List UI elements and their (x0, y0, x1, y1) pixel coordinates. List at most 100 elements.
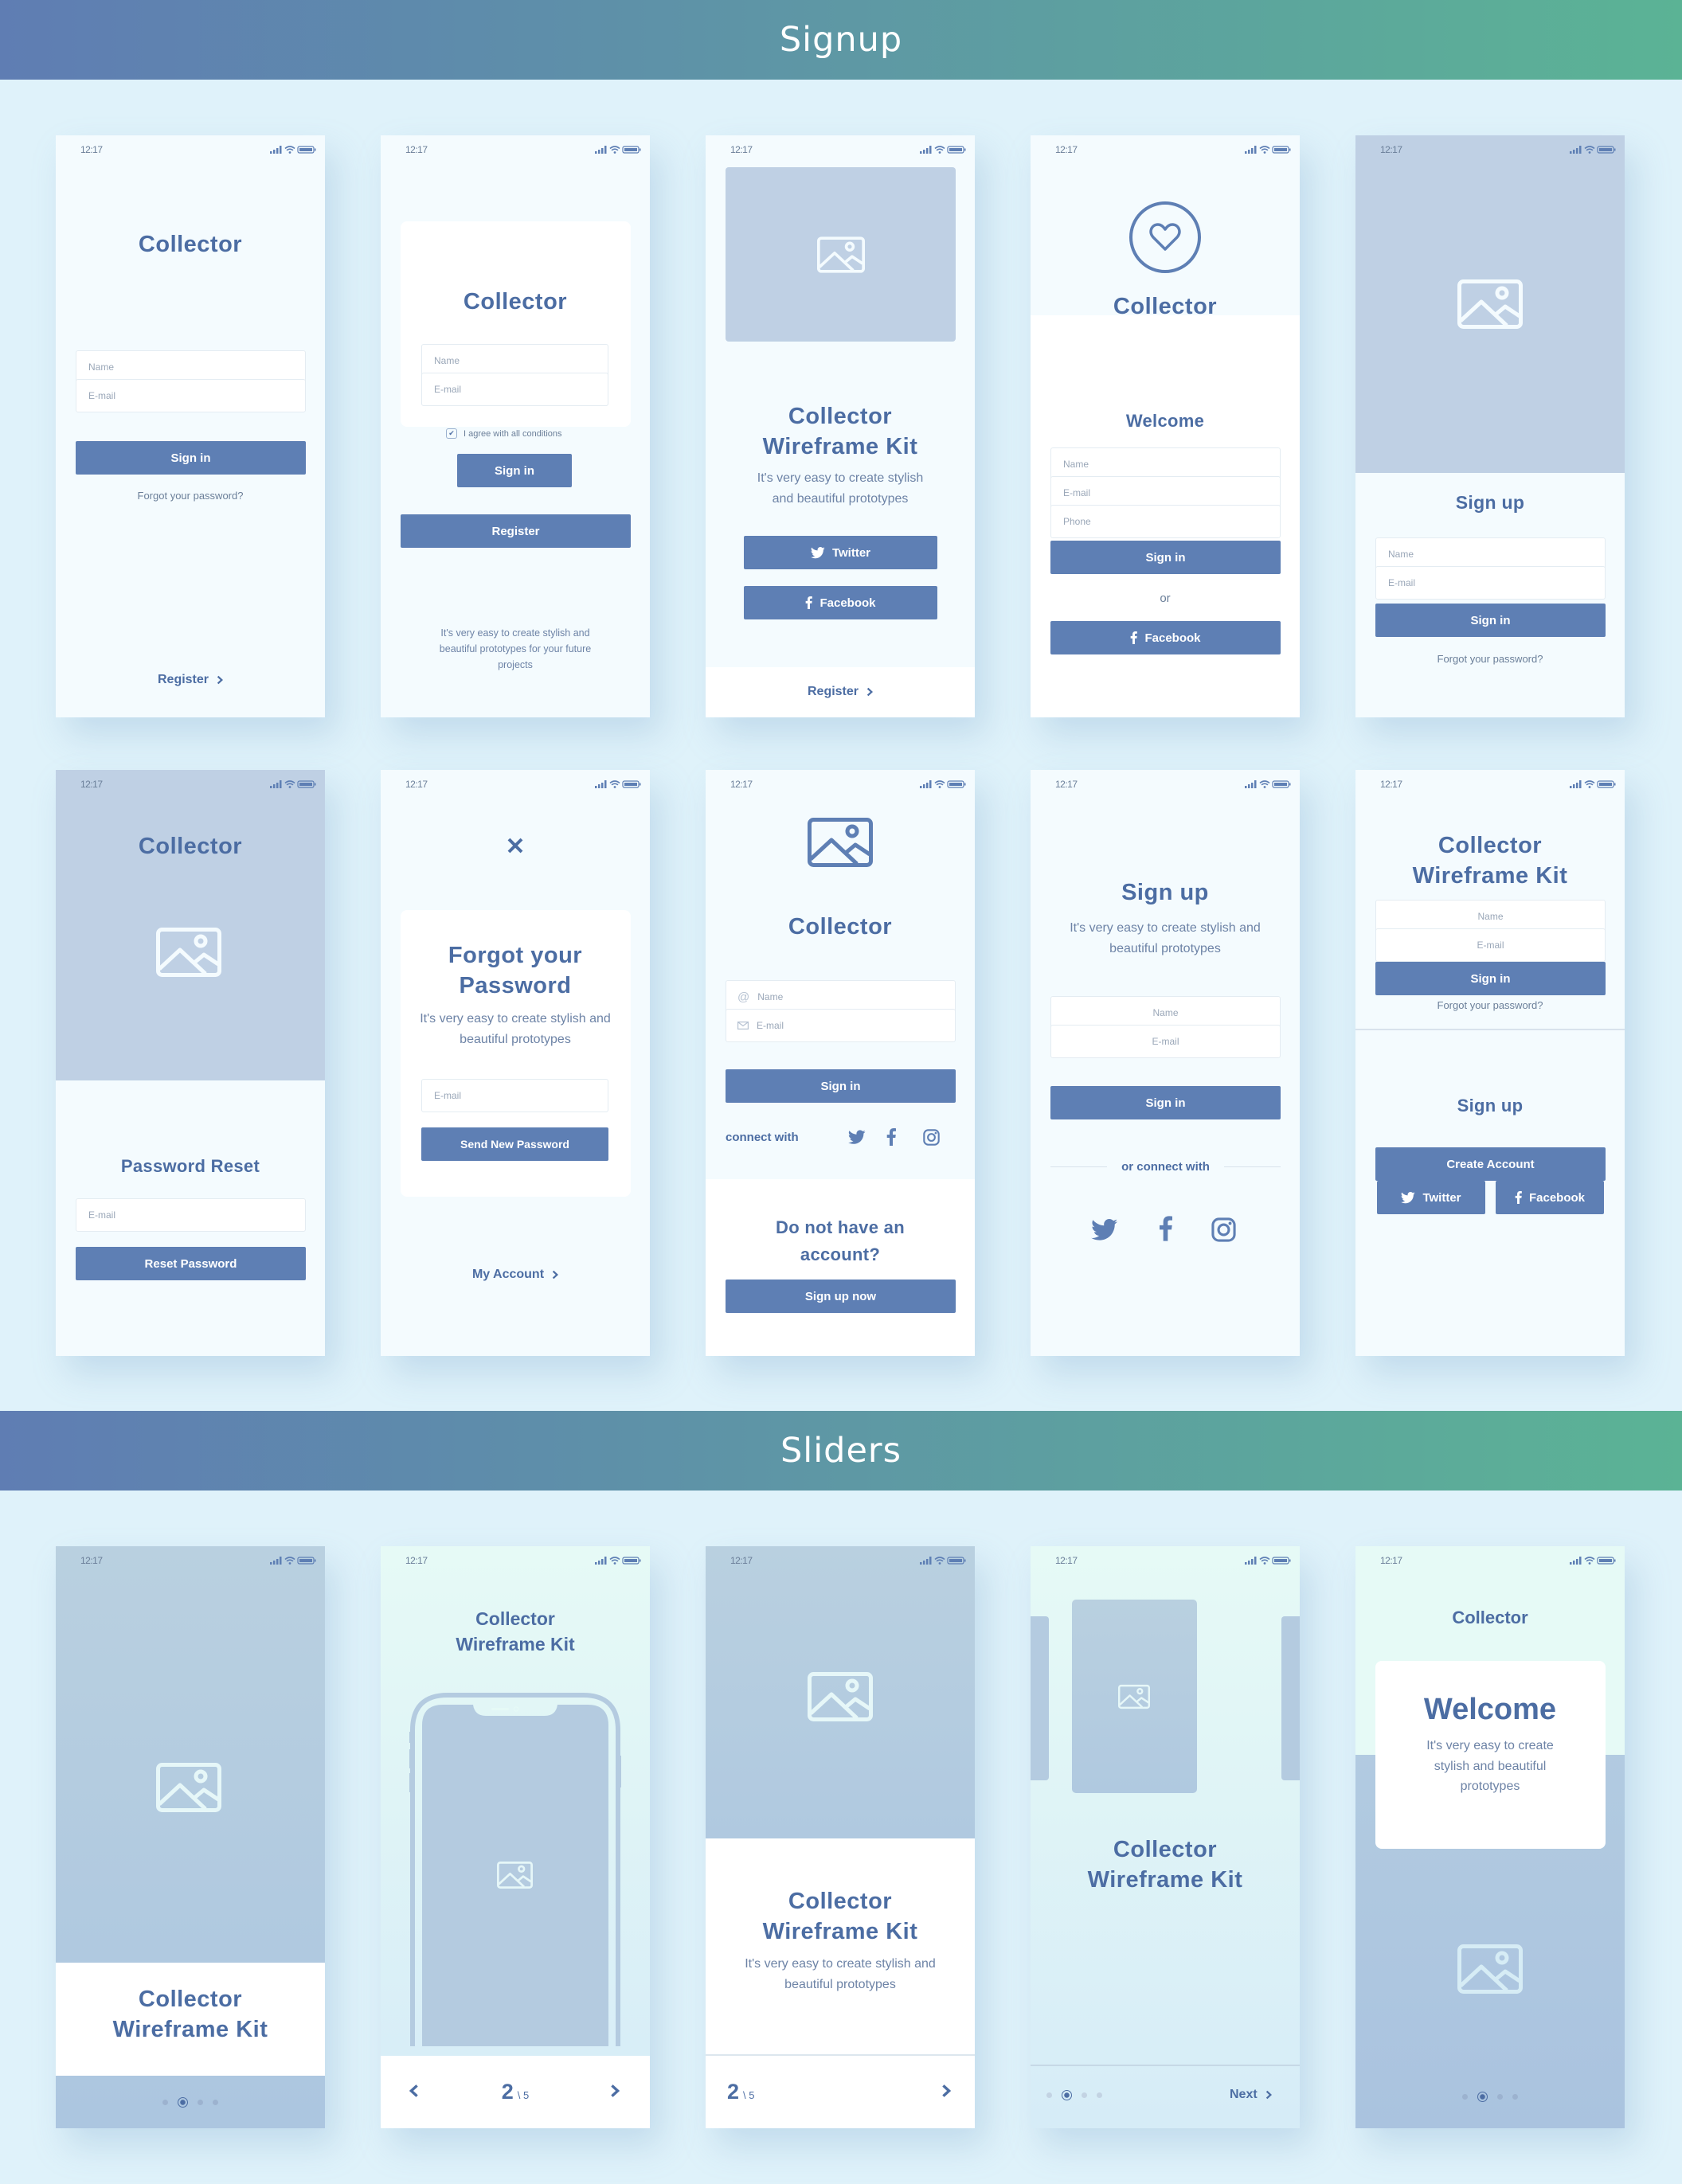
facebook-button[interactable]: Facebook (744, 586, 937, 619)
forgot-password-link[interactable]: Forgot your password? (56, 490, 325, 502)
my-account-label: My Account (471, 1268, 545, 1281)
close-icon[interactable] (507, 837, 524, 854)
status-bar: 12:17 (1355, 770, 1625, 797)
app-title: Collector Wireframe Kit (1355, 830, 1625, 892)
page-indicator[interactable] (1046, 2090, 1102, 2100)
status-time: 12:17 (1055, 1555, 1078, 1566)
register-link[interactable]: Register (56, 673, 325, 687)
sign-in-button[interactable]: Sign in (1050, 541, 1281, 574)
sign-up-now-button[interactable]: Sign up now (726, 1280, 956, 1313)
create-account-button[interactable]: Create Account (1375, 1147, 1606, 1181)
page-dot[interactable] (1497, 2094, 1503, 2100)
status-bar: 12:17 (706, 1546, 975, 1573)
page-dot[interactable] (162, 2100, 168, 2105)
chevron-right-icon[interactable] (941, 2084, 951, 2098)
status-bar: 12:17 (1031, 135, 1300, 162)
status-time: 12:17 (1380, 1555, 1402, 1566)
status-bar: 12:17 (1031, 1546, 1300, 1573)
social-login-screen: 12:17 Collector Wireframe Kit It's very e… (706, 135, 975, 717)
reset-password-button[interactable]: Reset Password (76, 1247, 306, 1280)
prev-card-peek[interactable] (1031, 1616, 1049, 1780)
email-input[interactable]: E-mail (1375, 928, 1606, 962)
sign-in-button[interactable]: Sign in (1050, 1086, 1281, 1119)
facebook-button[interactable]: Facebook (1496, 1181, 1604, 1214)
header-image-area (56, 770, 325, 1080)
heart-logo (1129, 201, 1201, 273)
status-icons (1245, 780, 1291, 788)
section-title: Sliders (780, 1431, 902, 1471)
register-label: Register (807, 685, 859, 698)
twitter-button[interactable]: Twitter (1377, 1181, 1485, 1214)
page-dot[interactable] (1046, 2092, 1052, 2098)
sign-in-button[interactable]: Sign in (457, 454, 572, 487)
slider-screen-5: 12:17 Collector Welcome It's very easy t… (1355, 1546, 1625, 2128)
image-icon (156, 1763, 221, 1812)
status-icons (920, 146, 966, 154)
email-input[interactable]: E-mail (1375, 566, 1606, 600)
page-dot[interactable] (1097, 2092, 1102, 2098)
email-input[interactable]: E-mail (76, 1198, 306, 1232)
email-input[interactable]: E-mail (76, 379, 306, 412)
heart-icon (1149, 223, 1181, 251)
my-account-link[interactable]: My Account (381, 1268, 650, 1282)
instagram-icon[interactable] (923, 1129, 940, 1146)
page-indicator[interactable] (1355, 2092, 1625, 2102)
register-button[interactable]: Register (401, 514, 631, 548)
forgot-password-link[interactable]: Forgot your password? (1355, 653, 1625, 665)
sign-in-button[interactable]: Sign in (726, 1069, 956, 1103)
subtitle: It's very easy to create stylish and bea… (420, 1012, 611, 1046)
email-placeholder: E-mail (757, 1020, 784, 1031)
title-line-1: Forgot your (448, 943, 583, 968)
title-line-2: Wireframe Kit (1087, 1867, 1243, 1893)
page-dot[interactable] (1082, 2092, 1087, 2098)
status-icons (270, 146, 316, 154)
facebook-button[interactable]: Facebook (1050, 621, 1281, 654)
title-line-1: Collector (138, 1987, 243, 2012)
status-icons (595, 146, 641, 154)
page-dot-active[interactable] (178, 2097, 188, 2108)
status-bar: 12:17 (1355, 135, 1625, 162)
checkbox-checked-icon[interactable]: ✔ (446, 428, 457, 439)
sign-in-button[interactable]: Sign in (76, 441, 306, 475)
email-input[interactable]: E-mail (421, 1079, 608, 1112)
page-dot-active[interactable] (1477, 2092, 1488, 2102)
chevron-right-icon[interactable] (610, 2084, 620, 2098)
email-input[interactable]: E-mail (1050, 1025, 1281, 1058)
facebook-icon[interactable] (886, 1128, 896, 1146)
send-new-password-button[interactable]: Send New Password (421, 1127, 608, 1161)
email-input[interactable]: E-mail (421, 373, 608, 406)
status-time: 12:17 (405, 144, 428, 155)
slider-screen-1: 12:17 Collector Wireframe Kit (56, 1546, 325, 2128)
twitter-icon[interactable] (848, 1130, 866, 1145)
twitter-button[interactable]: Twitter (744, 536, 937, 569)
agree-checkbox-row[interactable]: ✔ I agree with all conditions (446, 428, 562, 439)
status-time: 12:17 (730, 1555, 753, 1566)
page-current: 2 (501, 2080, 514, 2104)
image-icon (497, 1862, 533, 1889)
status-icons (595, 1557, 641, 1565)
phone-input[interactable]: Phone (1050, 505, 1281, 538)
page-dot[interactable] (198, 2100, 203, 2105)
facebook-icon (1130, 631, 1137, 644)
app-title: Collector (463, 289, 568, 315)
forgot-password-link[interactable]: Forgot your password? (1355, 999, 1625, 1011)
sign-in-button[interactable]: Sign in (1375, 962, 1606, 995)
sign-in-button[interactable]: Sign in (1375, 604, 1606, 637)
app-title: Collector (138, 834, 243, 859)
password-reset-screen: 12:17 Collector Password Reset E-mail Re… (56, 770, 325, 1356)
facebook-icon[interactable] (1159, 1216, 1172, 1241)
page-dot[interactable] (213, 2100, 218, 2105)
or-connect-divider: or connect with (1050, 1160, 1281, 1174)
register-link[interactable]: Register (706, 685, 975, 699)
page-dot[interactable] (1462, 2094, 1468, 2100)
page-dot[interactable] (1512, 2094, 1518, 2100)
page-indicator[interactable] (56, 2097, 325, 2108)
next-card-peek[interactable] (1281, 1616, 1300, 1780)
twitter-icon[interactable] (1091, 1219, 1118, 1241)
next-button[interactable]: Next (1230, 2088, 1272, 2102)
status-time: 12:17 (1055, 779, 1078, 790)
welcome-signin-screen: 12:17 CollectorWireframe Kit Welcome Nam… (1031, 135, 1300, 717)
page-dot-active[interactable] (1062, 2090, 1072, 2100)
instagram-icon[interactable] (1211, 1217, 1236, 1242)
email-input[interactable]: E-mail (726, 1009, 956, 1042)
